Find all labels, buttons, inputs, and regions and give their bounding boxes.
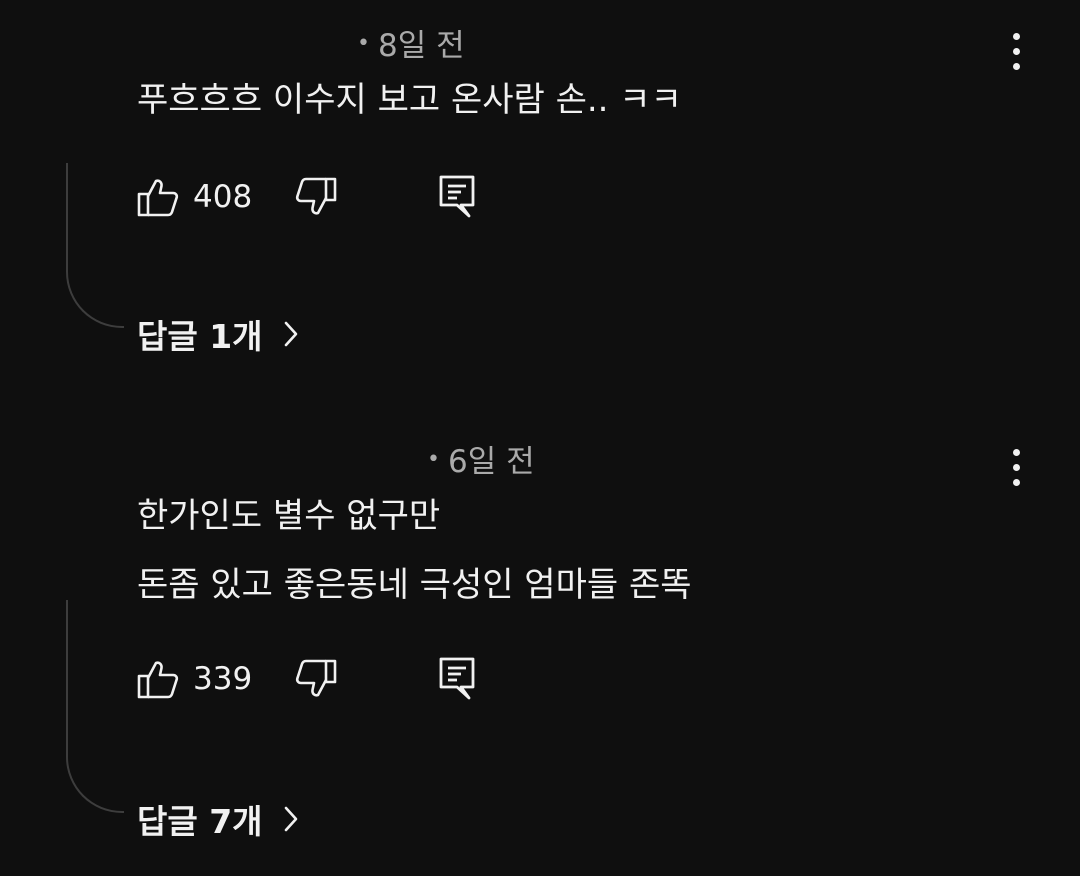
more-vert-icon[interactable] — [1009, 449, 1023, 486]
comment-text-line: 한가인도 별수 없구만 — [137, 496, 441, 536]
comment-item: • 6일 전 한가인도 별수 없구만 돈좀 있고 좋은동네 극성인 엄마들 존똑 … — [0, 0, 1080, 841]
dislike-button[interactable] — [295, 659, 337, 699]
chevron-right-icon — [284, 806, 297, 832]
comment-icon — [439, 657, 475, 700]
like-count: 339 — [193, 661, 253, 697]
meta-separator-dot: • — [427, 447, 440, 472]
like-button[interactable]: 339 — [137, 659, 252, 699]
comment-actions: 339 — [137, 657, 475, 701]
comments-page: • 8일 전 푸흐흐흐 이수지 보고 온사람 손.. ㅋㅋ 408 답글 1개 … — [0, 0, 1080, 876]
replies-label: 답글 7개 — [137, 802, 263, 841]
thumbs-down-icon — [295, 659, 337, 697]
thumbs-up-icon — [137, 661, 179, 699]
comment-text-line: 돈좀 있고 좋은동네 극성인 엄마들 존똑 — [137, 565, 692, 605]
reply-button[interactable] — [439, 657, 475, 701]
comment-meta: • 6일 전 — [427, 436, 535, 481]
comment-timestamp: 6일 전 — [447, 444, 535, 480]
thread-line — [66, 600, 124, 813]
view-replies-button[interactable]: 답글 7개 — [137, 795, 299, 843]
